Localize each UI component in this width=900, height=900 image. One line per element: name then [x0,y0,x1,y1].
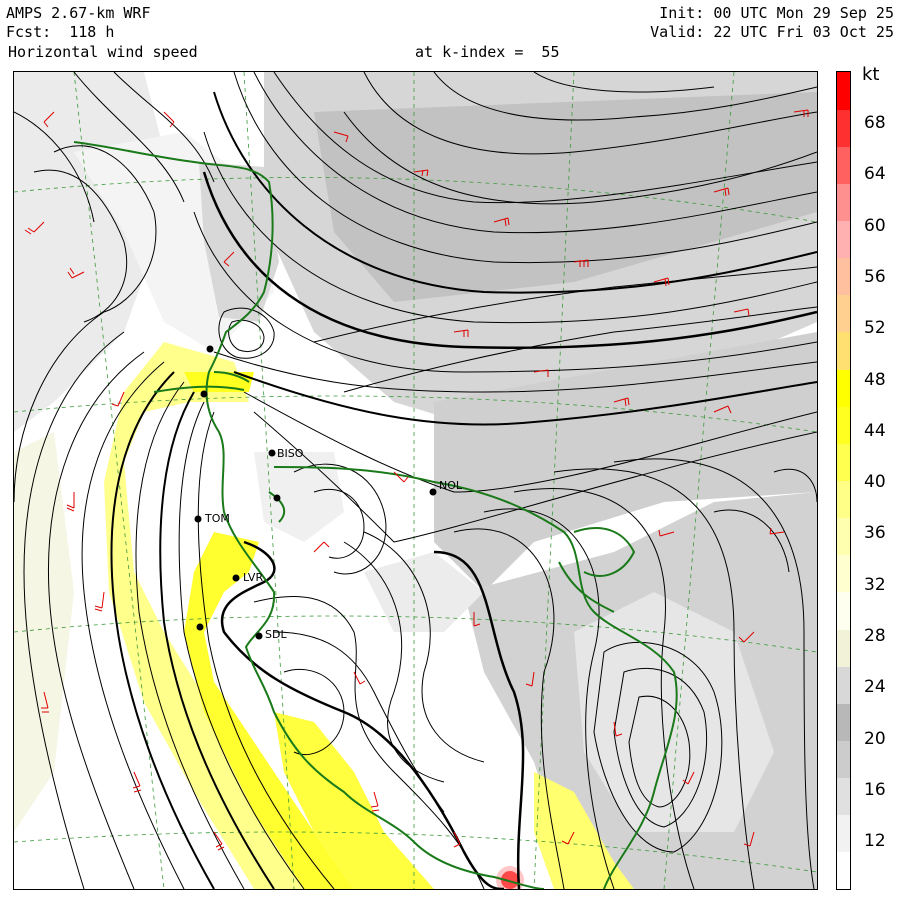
colorbar-tick-label: 44 [864,420,886,441]
colorbar-segment [837,257,850,296]
colorbar-tick-label: 64 [864,164,886,185]
forecast-hour: Fcst: 118 h [6,23,115,41]
colorbar-tick-label: 56 [864,266,886,287]
wind-speed-map: BISO NOL TOM LVR SDL [13,71,818,890]
colorbar-segment [837,220,850,259]
colorbar-segment [837,480,850,519]
colorbar-tick-label: 68 [864,113,886,133]
colorbar-segment [837,146,850,184]
colorbar-segment [837,369,850,407]
station-label-tom: TOM [205,512,230,525]
colorbar-segment [837,740,850,779]
speed-shading [14,72,817,889]
model-title: AMPS 2.67-km WRF [6,4,151,22]
colorbar-tick-label: 20 [864,728,886,749]
colorbar-tick-label: 60 [864,215,886,236]
colorbar-tick-label: 36 [864,523,886,544]
valid-time: Valid: 22 UTC Fri 03 Oct 25 [650,23,894,41]
station-label-lvr: LVR [243,571,264,584]
field-name: Horizontal wind speed [8,43,198,61]
colorbar-tick-label: 32 [864,574,886,595]
colorbar-tick-label: 52 [864,318,886,339]
colorbar-segment [837,554,850,593]
colorbar-tick-label: 16 [864,779,886,800]
colorbar-segment [837,814,850,853]
station-label-sdl: SDL [265,628,287,641]
speed-colorbar [836,71,851,890]
level-label: at k-index = 55 [415,43,560,61]
colorbar-segment [837,109,850,147]
colorbar-segment [837,443,850,481]
colorbar-segment [837,294,850,333]
map-canvas [14,72,817,889]
colorbar-segment [837,183,850,222]
colorbar-segment [837,72,850,110]
station-label-nol: NOL [439,479,463,492]
colorbar-segment [837,851,850,889]
colorbar-unit: kt [862,64,880,85]
colorbar-tick-label: 24 [864,677,886,698]
colorbar-segment [837,629,850,667]
colorbar-segment [837,591,850,630]
colorbar-segment [837,777,850,816]
station-label-biso: BISO [277,447,304,460]
colorbar-segment [837,666,850,704]
colorbar-tick-label: 40 [864,472,886,493]
colorbar-tick-label: 28 [864,626,886,646]
colorbar-segment [837,331,850,370]
colorbar-segment [837,703,850,741]
colorbar-tick-label: 12 [864,831,886,852]
init-time: Init: 00 UTC Mon 29 Sep 25 [659,4,894,22]
colorbar-segment [837,406,850,444]
colorbar-segment [837,517,850,556]
colorbar-tick-label: 48 [864,369,886,390]
